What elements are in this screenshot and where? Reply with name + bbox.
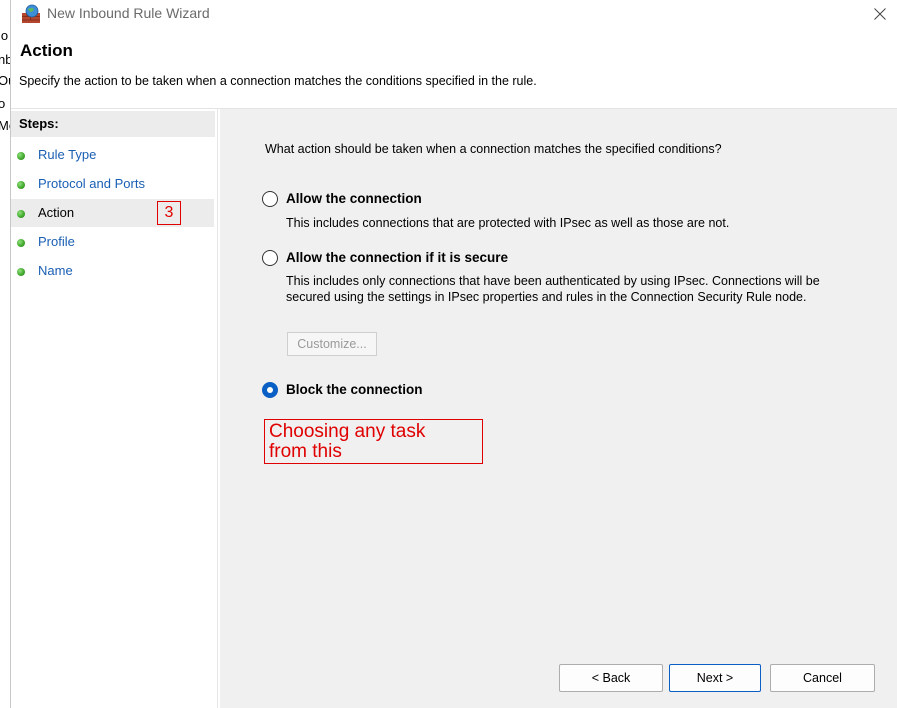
allow-secure-radio[interactable]	[262, 250, 278, 266]
block-connection-radio[interactable]	[262, 382, 278, 398]
background-text: lo	[0, 28, 9, 43]
step-name[interactable]: Name	[11, 257, 214, 285]
window-title: New Inbound Rule Wizard	[47, 5, 210, 21]
close-button[interactable]	[862, 0, 897, 28]
steps-title: Steps:	[11, 111, 215, 137]
step-label: Protocol and Ports	[38, 176, 145, 191]
step-profile[interactable]: Profile	[11, 228, 214, 256]
allow-connection-label[interactable]: Allow the connection	[286, 191, 422, 206]
allow-secure-description: This includes only connections that have…	[286, 274, 820, 304]
page-title: Action	[20, 41, 73, 60]
customize-button[interactable]: Customize...	[287, 332, 377, 356]
firewall-icon	[22, 4, 40, 23]
allow-connection-description: This includes connections that are prote…	[286, 216, 730, 230]
background-text: o	[0, 96, 5, 111]
annotation-note: Choosing any task from this	[264, 419, 483, 464]
next-button[interactable]: Next >	[669, 664, 761, 692]
close-icon	[874, 8, 886, 20]
status-dot-icon	[17, 268, 25, 276]
step-label: Name	[38, 263, 73, 278]
step-label: Profile	[38, 234, 75, 249]
allow-connection-radio[interactable]	[262, 191, 278, 207]
cancel-button[interactable]: Cancel	[770, 664, 875, 692]
annotation-step-number: 3	[157, 201, 181, 225]
step-label: Action	[38, 205, 75, 220]
status-dot-icon	[17, 152, 25, 160]
step-label: Rule Type	[38, 147, 97, 162]
page-description: Specify the action to be taken when a co…	[19, 74, 537, 88]
action-question: What action should be taken when a conne…	[265, 142, 722, 156]
wizard-window: New Inbound Rule Wizard Action Specify t…	[10, 0, 897, 708]
step-rule-type[interactable]: Rule Type	[11, 141, 214, 169]
block-connection-label[interactable]: Block the connection	[286, 382, 423, 397]
status-dot-icon	[17, 210, 25, 218]
action-content: What action should be taken when a conne…	[220, 109, 897, 708]
page-header: Action Specify the action to be taken wh…	[11, 28, 897, 109]
step-protocol-and-ports[interactable]: Protocol and Ports	[11, 170, 214, 198]
steps-panel: Steps: Rule Type Protocol and Ports Acti…	[11, 109, 218, 708]
step-action[interactable]: Action	[11, 199, 214, 227]
status-dot-icon	[17, 181, 25, 189]
title-bar[interactable]: New Inbound Rule Wizard	[11, 0, 897, 28]
allow-secure-label[interactable]: Allow the connection if it is secure	[286, 250, 508, 265]
status-dot-icon	[17, 239, 25, 247]
back-button[interactable]: < Back	[559, 664, 663, 692]
